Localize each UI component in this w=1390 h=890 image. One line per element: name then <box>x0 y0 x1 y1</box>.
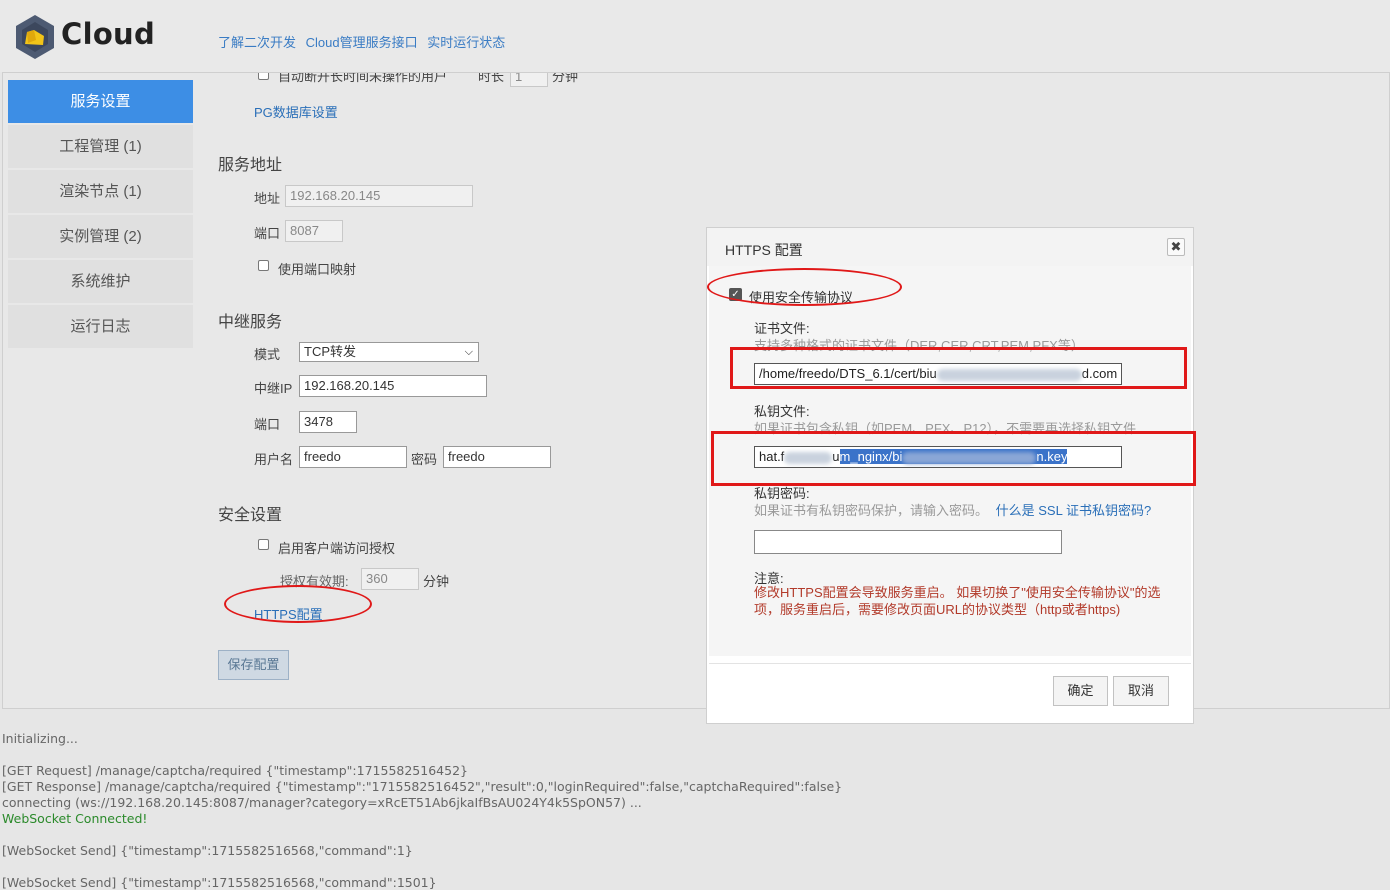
annotation-rect-key-file <box>711 431 1196 486</box>
key-password-hint: 如果证书有私钥密码保护，请输入密码。 什么是 SSL 证书私钥密码? <box>754 500 1151 519</box>
log-line-connected: WebSocket Connected! <box>2 811 148 826</box>
sidebar-item-instances[interactable]: 实例管理 (2) <box>8 215 193 258</box>
link-cloud-api[interactable]: Cloud管理服务接口 <box>306 35 418 50</box>
header-bar: Cloud 了解二次开发 Cloud管理服务接口 实时运行状态 <box>0 0 1390 72</box>
link-secondary-dev[interactable]: 了解二次开发 <box>218 35 296 50</box>
dialog-footer-divider <box>709 663 1191 664</box>
log-line: [GET Response] /manage/captcha/required … <box>2 779 843 794</box>
note-text: 修改HTTPS配置会导致服务重启。 如果切换了"使用安全传输协议"的选项，服务重… <box>754 585 1161 617</box>
port-mapping-label: 使用端口映射 <box>278 262 357 277</box>
save-config-button[interactable]: 保存配置 <box>218 650 289 680</box>
key-password-input[interactable] <box>754 530 1062 554</box>
address-label: 地址 <box>254 191 281 206</box>
annotation-rect-cert-file <box>730 347 1187 389</box>
mode-select[interactable]: TCP转发 ⌵ <box>299 342 479 362</box>
cloud-logo-icon <box>16 15 54 59</box>
sidebar-item-render-nodes[interactable]: 渲染节点 (1) <box>8 170 193 213</box>
relay-port-input[interactable]: 3478 <box>299 411 357 433</box>
close-icon[interactable]: ✖ <box>1167 238 1185 256</box>
validity-input[interactable]: 360 <box>361 568 419 590</box>
relay-ip-input[interactable]: 192.168.20.145 <box>299 375 487 397</box>
link-runtime-status[interactable]: 实时运行状态 <box>427 35 505 50</box>
mode-select-value: TCP转发 <box>304 344 357 359</box>
service-address-title: 服务地址 <box>218 157 283 174</box>
clipped-row: 自动断开长时间未操作的用户 时长 1 分钟 <box>200 73 720 88</box>
relay-port-label: 端口 <box>254 417 281 432</box>
security-title: 安全设置 <box>218 507 283 524</box>
relay-ip-label: 中继IP <box>254 381 293 396</box>
brand-name: Cloud <box>61 17 156 51</box>
duration-input[interactable]: 1 <box>510 73 548 87</box>
sidebar: 服务设置 工程管理 (1) 渲染节点 (1) 实例管理 (2) 系统维护 运行日… <box>8 80 193 350</box>
duration-unit: 分钟 <box>552 73 579 84</box>
username-label: 用户名 <box>254 452 294 467</box>
annotation-ellipse-secure-protocol <box>707 268 902 306</box>
auto-disconnect-label: 自动断开长时间未操作的用户 <box>278 73 448 84</box>
key-password-hint-text: 如果证书有私钥密码保护，请输入密码。 <box>754 503 989 518</box>
port-label: 端口 <box>254 226 281 241</box>
sidebar-item-logs[interactable]: 运行日志 <box>8 305 193 348</box>
chevron-down-icon: ⌵ <box>464 346 473 358</box>
validity-unit: 分钟 <box>423 574 450 589</box>
log-line: [WebSocket Send] {"timestamp":1715582516… <box>2 843 413 858</box>
username-input[interactable]: freedo <box>299 446 407 468</box>
log-line: connecting (ws://192.168.20.145:8087/man… <box>2 795 642 810</box>
port-mapping-checkbox[interactable] <box>258 260 269 271</box>
mode-label: 模式 <box>254 347 281 362</box>
sidebar-item-maintenance[interactable]: 系统维护 <box>8 260 193 303</box>
password-input[interactable]: freedo <box>443 446 551 468</box>
ok-button[interactable]: 确定 <box>1053 676 1108 706</box>
relay-title: 中继服务 <box>218 314 283 331</box>
sidebar-item-projects[interactable]: 工程管理 (1) <box>8 125 193 168</box>
client-auth-checkbox[interactable] <box>258 539 269 550</box>
address-input[interactable]: 192.168.20.145 <box>285 185 473 207</box>
log-line: [GET Request] /manage/captcha/required {… <box>2 763 468 778</box>
log-line: Initializing... <box>2 731 78 746</box>
dialog-title: HTTPS 配置 <box>725 242 803 258</box>
password-label: 密码 <box>411 452 438 467</box>
sidebar-item-service-settings[interactable]: 服务设置 <box>8 80 193 123</box>
auto-disconnect-checkbox[interactable] <box>258 73 269 80</box>
port-input[interactable]: 8087 <box>285 220 343 242</box>
ssl-key-password-help-link[interactable]: 什么是 SSL 证书私钥密码? <box>996 503 1152 518</box>
dialog-header: HTTPS 配置 ✖ <box>707 228 1193 266</box>
top-nav: 了解二次开发 Cloud管理服务接口 实时运行状态 <box>218 32 511 51</box>
log-line: [WebSocket Send] {"timestamp":1715582516… <box>2 875 437 890</box>
duration-label: 时长 <box>478 73 505 84</box>
cancel-button[interactable]: 取消 <box>1113 676 1169 706</box>
client-auth-label: 启用客户端访问授权 <box>278 541 396 556</box>
pg-database-link[interactable]: PG数据库设置 <box>254 102 338 121</box>
annotation-ellipse-https-link <box>224 585 372 623</box>
